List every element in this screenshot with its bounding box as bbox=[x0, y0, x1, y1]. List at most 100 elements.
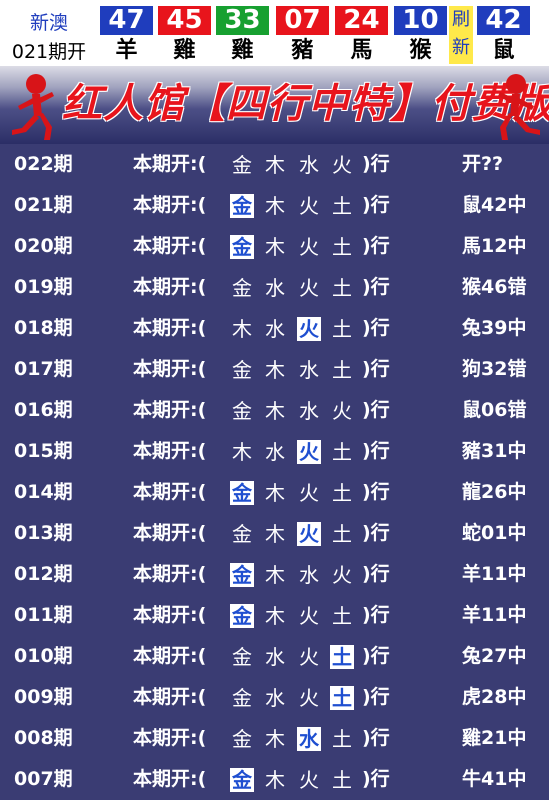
draw-close-text: )行 bbox=[362, 276, 390, 298]
element-char: 土 bbox=[332, 522, 352, 546]
element-char: 火 bbox=[299, 768, 319, 792]
result-label: 蛇01中 bbox=[462, 522, 527, 544]
result-label: 雞21中 bbox=[462, 727, 527, 749]
period-label: 007期 bbox=[14, 768, 73, 790]
element-char: 金 bbox=[232, 276, 252, 300]
result-label: 开?? bbox=[462, 153, 504, 175]
element-char: 水 bbox=[299, 153, 319, 177]
draw-lead-text: 本期开:( bbox=[133, 276, 207, 298]
draw-lead-text: 本期开:( bbox=[133, 235, 207, 257]
element-char: 火 bbox=[332, 153, 352, 177]
ball-zodiac: 雞 bbox=[231, 38, 254, 63]
element-char: 木 bbox=[265, 399, 285, 423]
result-ball-1: 47 羊 bbox=[100, 4, 153, 64]
result-ball-6: 10 猴 bbox=[394, 4, 447, 64]
list-item: 017期 本期开:(金木水土)行 狗32错 bbox=[0, 349, 549, 390]
ball-number: 33 bbox=[216, 6, 269, 35]
list-item: 020期 本期开:(金木火土)行 馬12中 bbox=[0, 226, 549, 267]
draw-period: 021期开 bbox=[11, 41, 87, 63]
draw-lead-text: 本期开:( bbox=[133, 358, 207, 380]
draw-close-text: )行 bbox=[362, 358, 390, 380]
element-char: 木 bbox=[265, 235, 285, 259]
element-char: 金 bbox=[232, 686, 252, 710]
element-char: 土 bbox=[332, 604, 352, 628]
refresh-label-2: 新 bbox=[452, 37, 470, 58]
result-ball-2: 45 雞 bbox=[158, 4, 211, 64]
period-label: 014期 bbox=[14, 481, 73, 503]
element-char: 水 bbox=[299, 563, 319, 587]
draw-info: 新澳 021期开 bbox=[0, 0, 98, 66]
draw-close-text: )行 bbox=[362, 604, 390, 626]
element-char: 火 bbox=[332, 563, 352, 587]
draw-lead-text: 本期开:( bbox=[133, 645, 207, 667]
list-item: 007期 本期开:(金木火土)行 牛41中 bbox=[0, 759, 549, 800]
prediction-list: 022期 本期开:(金木水火)行 开?? 021期 本期开:(金木火土)行 鼠42中 020… bbox=[0, 144, 549, 800]
element-char: 火 bbox=[297, 522, 321, 546]
ball-zodiac: 鼠 bbox=[492, 38, 515, 63]
element-char: 金 bbox=[230, 194, 254, 218]
element-char: 火 bbox=[297, 317, 321, 341]
refresh-button[interactable]: 刷 新 bbox=[449, 6, 473, 64]
running-man-icon bbox=[498, 74, 540, 140]
ball-zodiac: 馬 bbox=[350, 38, 373, 63]
period-label: 013期 bbox=[14, 522, 73, 544]
element-char: 水 bbox=[299, 358, 319, 382]
element-char: 火 bbox=[299, 481, 319, 505]
draw-lead-text: 本期开:( bbox=[133, 768, 207, 790]
period-label: 022期 bbox=[14, 153, 73, 175]
result-label: 牛41中 bbox=[462, 768, 527, 790]
list-item: 019期 本期开:(金水火土)行 猴46错 bbox=[0, 267, 549, 308]
brand-name: 新澳 bbox=[29, 12, 68, 34]
element-char: 水 bbox=[265, 317, 285, 341]
element-char: 水 bbox=[297, 727, 321, 751]
draw-lead-text: 本期开:( bbox=[133, 563, 207, 585]
ball-number: 10 bbox=[394, 6, 447, 35]
banner-title: 红人馆【四行中特】付费版 bbox=[62, 81, 549, 127]
draw-lead-text: 本期开:( bbox=[133, 481, 207, 503]
element-char: 火 bbox=[299, 645, 319, 669]
ball-number: 24 bbox=[335, 6, 388, 35]
draw-lead-text: 本期开:( bbox=[133, 604, 207, 626]
lottery-result-bar: 新澳 021期开 47 羊 45 雞 33 雞 07 豬 24 馬 10 猴 刷… bbox=[0, 0, 549, 66]
period-label: 015期 bbox=[14, 440, 73, 462]
list-item: 021期 本期开:(金木火土)行 鼠42中 bbox=[0, 185, 549, 226]
element-char: 金 bbox=[230, 768, 254, 792]
draw-close-text: )行 bbox=[362, 563, 390, 585]
result-label: 狗32错 bbox=[462, 358, 527, 380]
list-item: 009期 本期开:(金水火土)行 虎28中 bbox=[0, 677, 549, 718]
element-char: 土 bbox=[332, 317, 352, 341]
list-item: 011期 本期开:(金木火土)行 羊11中 bbox=[0, 595, 549, 636]
draw-close-text: )行 bbox=[362, 768, 390, 790]
draw-lead-text: 本期开:( bbox=[133, 399, 207, 421]
element-char: 金 bbox=[232, 153, 252, 177]
element-char: 木 bbox=[265, 481, 285, 505]
element-char: 火 bbox=[299, 194, 319, 218]
result-label: 兔39中 bbox=[462, 317, 527, 339]
result-label: 龍26中 bbox=[462, 481, 527, 503]
draw-close-text: )行 bbox=[362, 686, 390, 708]
draw-lead-text: 本期开:( bbox=[133, 153, 207, 175]
element-char: 金 bbox=[232, 522, 252, 546]
element-char: 水 bbox=[265, 645, 285, 669]
element-char: 火 bbox=[332, 399, 352, 423]
ball-zodiac: 猴 bbox=[409, 38, 432, 63]
draw-close-text: )行 bbox=[362, 153, 390, 175]
ball-number: 45 bbox=[158, 6, 211, 35]
ball-zodiac: 羊 bbox=[115, 38, 138, 63]
element-char: 金 bbox=[232, 358, 252, 382]
element-char: 火 bbox=[299, 235, 319, 259]
result-label: 鼠06错 bbox=[462, 399, 527, 421]
draw-lead-text: 本期开:( bbox=[133, 317, 207, 339]
element-char: 火 bbox=[299, 604, 319, 628]
element-char: 木 bbox=[265, 727, 285, 751]
element-char: 木 bbox=[265, 194, 285, 218]
period-label: 009期 bbox=[14, 686, 73, 708]
element-char: 木 bbox=[265, 768, 285, 792]
element-char: 金 bbox=[232, 645, 252, 669]
draw-close-text: )行 bbox=[362, 727, 390, 749]
draw-close-text: )行 bbox=[362, 481, 390, 503]
result-label: 羊11中 bbox=[462, 563, 527, 585]
element-char: 木 bbox=[265, 358, 285, 382]
element-char: 土 bbox=[332, 727, 352, 751]
result-label: 虎28中 bbox=[462, 686, 527, 708]
